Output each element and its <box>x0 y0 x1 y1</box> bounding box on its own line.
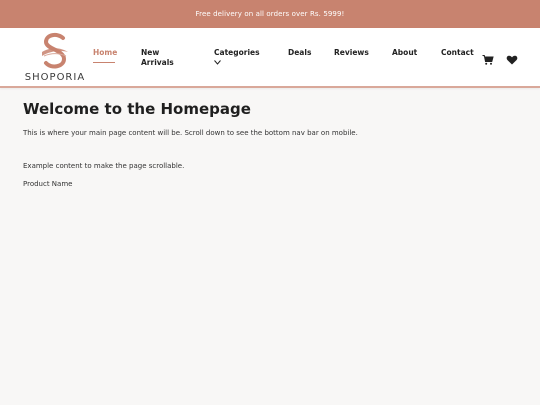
nav-reviews[interactable]: Reviews <box>334 48 369 58</box>
example-text: Example content to make the page scrolla… <box>23 162 185 170</box>
promo-bar: Free delivery on all orders over Rs. 599… <box>0 0 540 28</box>
logo-monogram-icon <box>42 32 68 69</box>
nav-about[interactable]: About <box>392 48 417 58</box>
nav-categories-label: Categories <box>214 48 260 57</box>
promo-text: Free delivery on all orders over Rs. 599… <box>195 10 345 18</box>
logo[interactable]: SHOPORIA <box>22 32 88 84</box>
heart-icon[interactable] <box>506 51 518 65</box>
intro-text: This is where your main page content wil… <box>23 129 358 137</box>
main-content: Welcome to the Homepage This is where yo… <box>23 100 523 188</box>
nav-categories[interactable]: Categories <box>214 48 260 65</box>
cart-icon[interactable] <box>482 51 494 65</box>
site-header: SHOPORIA Home New Arrivals Categories De… <box>0 28 540 88</box>
brand-name: SHOPORIA <box>24 72 86 83</box>
nav-contact[interactable]: Contact <box>441 48 474 58</box>
nav-home[interactable]: Home <box>93 48 117 63</box>
product-name: Product Name <box>23 180 73 188</box>
chevron-down-icon <box>214 60 221 65</box>
nav-deals[interactable]: Deals <box>288 48 311 58</box>
nav-new-arrivals[interactable]: New Arrivals <box>141 48 181 68</box>
page-title: Welcome to the Homepage <box>23 100 251 118</box>
